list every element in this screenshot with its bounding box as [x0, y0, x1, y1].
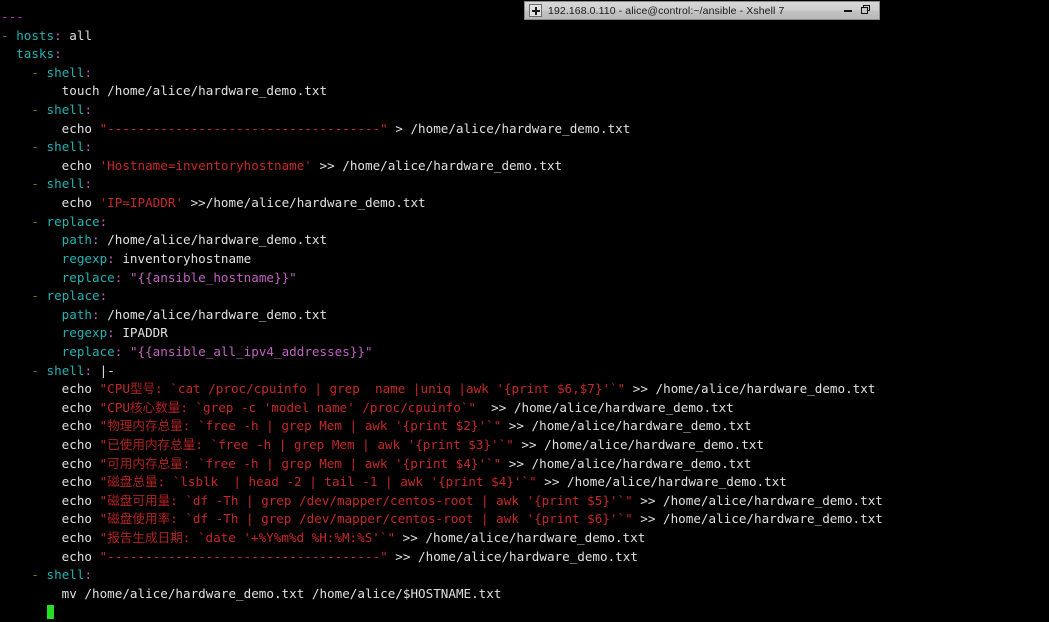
terminal-line: touch /home/alice/hardware_demo.txt: [0, 82, 1049, 101]
terminal-line: echo "可用内存总量: `free -h | grep Mem | awk …: [0, 455, 1049, 474]
terminal-line: path: /home/alice/hardware_demo.txt: [0, 231, 1049, 250]
terminal-line: tasks:: [0, 45, 1049, 64]
block-cursor: [47, 605, 55, 619]
restore-button[interactable]: [861, 5, 870, 17]
terminal-line: regexp: IPADDR: [0, 324, 1049, 343]
terminal-line: replace: "{{ansible_all_ipv4_addresses}}…: [0, 343, 1049, 362]
terminal-line: - replace:: [0, 213, 1049, 232]
window-title: 192.168.0.110 - alice@control:~/ansible …: [548, 5, 844, 17]
terminal-line: - shell:: [0, 566, 1049, 585]
terminal-line: - shell: |-: [0, 362, 1049, 381]
window-titlebar[interactable]: 192.168.0.110 - alice@control:~/ansible …: [524, 1, 880, 20]
terminal-line: - shell:: [0, 101, 1049, 120]
minimize-button[interactable]: [844, 6, 852, 16]
xshell-window: ---- hosts: all tasks: - shell: touch /h…: [0, 0, 1049, 609]
xshell-session-icon: [529, 4, 542, 17]
window-controls: [844, 5, 870, 17]
terminal-line: echo "磁盘可用量: `df -Th | grep /dev/mapper/…: [0, 492, 1049, 511]
terminal-line: echo "----------------------------------…: [0, 120, 1049, 139]
terminal-line: echo "CPU型号: `cat /proc/cpuinfo | grep n…: [0, 380, 1049, 399]
terminal-output[interactable]: ---- hosts: all tasks: - shell: touch /h…: [0, 8, 1049, 609]
terminal-line: echo "CPU核心数量: `grep -c 'model name' /pr…: [0, 399, 1049, 418]
terminal-line: echo "磁盘总量: `lsblk | head -2 | tail -1 |…: [0, 473, 1049, 492]
terminal-line: path: /home/alice/hardware_demo.txt: [0, 306, 1049, 325]
terminal-line: echo "----------------------------------…: [0, 548, 1049, 567]
terminal-line: echo 'Hostname=inventoryhostname' >> /ho…: [0, 157, 1049, 176]
terminal-line: regexp: inventoryhostname: [0, 250, 1049, 269]
terminal-line: - shell:: [0, 64, 1049, 83]
terminal-line: mv /home/alice/hardware_demo.txt /home/a…: [0, 585, 1049, 604]
terminal-line: - shell:: [0, 138, 1049, 157]
terminal-line: echo "磁盘使用率: `df -Th | grep /dev/mapper/…: [0, 510, 1049, 529]
terminal-line: echo "物理内存总量: `free -h | grep Mem | awk …: [0, 417, 1049, 436]
terminal-line: - hosts: all: [0, 27, 1049, 46]
terminal-line: - shell:: [0, 175, 1049, 194]
terminal-cursor-line: [0, 604, 1049, 622]
terminal-line: replace: "{{ansible_hostname}}": [0, 269, 1049, 288]
terminal-line: echo "报告生成日期: `date '+%Y%m%d %H:%M:%S'`"…: [0, 529, 1049, 548]
terminal-line: echo 'IP=IPADDR' >>/home/alice/hardware_…: [0, 194, 1049, 213]
terminal-line: echo "已使用内存总量: `free -h | grep Mem | awk…: [0, 436, 1049, 455]
terminal-line: - replace:: [0, 287, 1049, 306]
